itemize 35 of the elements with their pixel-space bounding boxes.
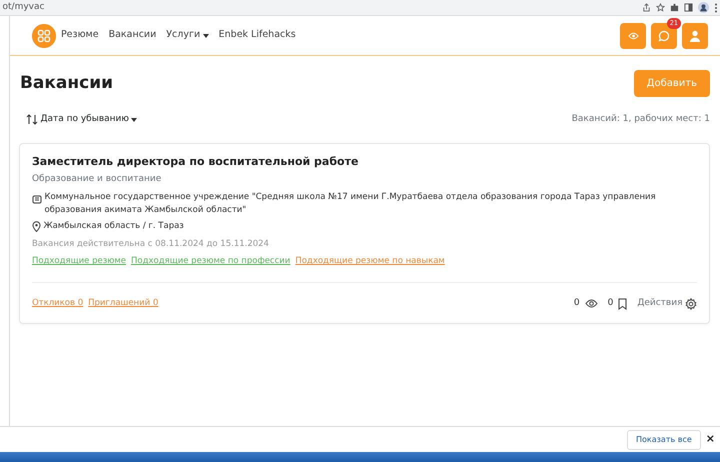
show-all-button[interactable]: Показать все — [627, 430, 701, 450]
share-icon[interactable] — [642, 3, 650, 12]
sort-icon[interactable] — [26, 114, 38, 126]
profile-icon[interactable] — [698, 2, 708, 13]
vacancy-count: Вакансий: 1, рабочих мест: 1 — [572, 113, 710, 126]
star-icon[interactable] — [656, 3, 664, 12]
views-count: 0 — [574, 297, 580, 310]
nav-link[interactable]: Enbek Lifehacks — [218, 28, 296, 43]
building-icon — [32, 194, 42, 204]
close-button[interactable]: × — [706, 431, 715, 448]
nav-link[interactable]: Вакансии — [108, 28, 156, 43]
page-title: Вакансии — [20, 72, 114, 95]
actions-button[interactable]: Действия — [637, 297, 697, 311]
eye-icon — [584, 299, 598, 308]
caret-icon — [131, 118, 138, 122]
location-pin-icon — [32, 220, 41, 232]
bookmark-icon[interactable] — [618, 298, 628, 310]
sort-dropdown[interactable]: Дата по убыванию — [40, 113, 138, 126]
validity-period: Вакансия действительна с 08.11.2024 до 15.11.2024 — [32, 238, 270, 250]
more-icon[interactable] — [714, 2, 718, 12]
vacancy-location: Жамбылская область / г. Тараз — [43, 220, 184, 233]
saves-count: 0 — [608, 297, 614, 310]
nav-link[interactable]: Резюме — [60, 28, 99, 43]
gear-icon — [685, 298, 697, 310]
vacancy-category: Образование и воспитание — [32, 172, 162, 186]
nav-dropdown[interactable]: Услуги — [166, 28, 209, 43]
puzzle-icon[interactable] — [670, 3, 678, 12]
user-icon — [689, 30, 701, 42]
caret-icon — [202, 34, 209, 38]
vacancy-title[interactable]: Заместитель директора по воспитательной работе — [32, 154, 697, 170]
chat-icon — [658, 30, 670, 42]
address-bar-url[interactable]: ot/myvac — [2, 0, 44, 14]
eye-icon — [628, 32, 638, 40]
organization-name: Коммунальное государственное учреждение "Средняя школа №17 имени Г.Муратбаева отдела образования города Тараз управления образования акимата Жамбылской области" — [44, 191, 657, 218]
sidebar-icon[interactable] — [684, 3, 692, 12]
